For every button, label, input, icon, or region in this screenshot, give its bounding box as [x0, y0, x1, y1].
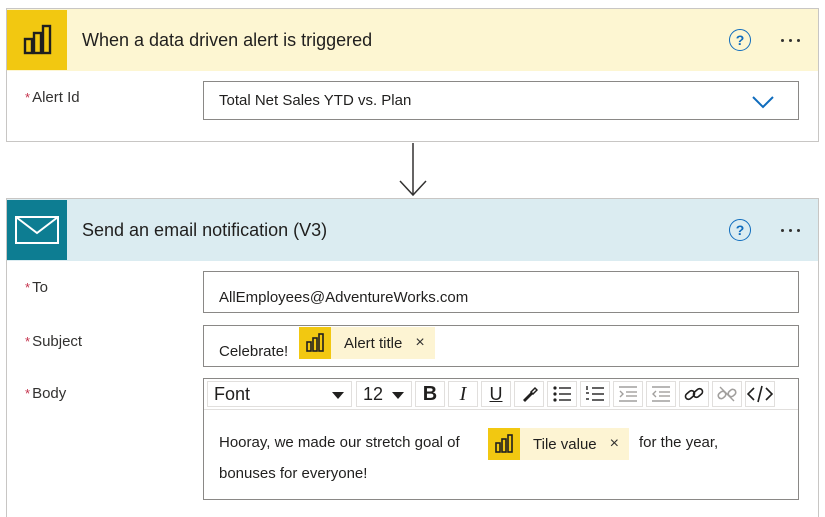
remove-token-icon[interactable]: × [610, 435, 619, 453]
power-bi-icon [488, 428, 520, 460]
alert-id-dropdown[interactable]: Total Net Sales YTD vs. Plan [203, 81, 799, 120]
bulleted-list-button[interactable] [547, 381, 577, 407]
subject-label: * Subject [25, 333, 83, 350]
body-text-after-token: for the year, [639, 434, 719, 451]
trigger-header[interactable]: When a data driven alert is triggered ? [7, 9, 818, 71]
alert-id-value: Total Net Sales YTD vs. Plan [219, 92, 412, 109]
brush-icon [523, 386, 538, 402]
to-field[interactable]: AllEmployees@AdventureWorks.com [203, 271, 799, 313]
action-card: Send an email notification (V3) ? * To Al… [6, 198, 819, 517]
alert-id-label: * Alert Id [25, 89, 80, 106]
caret-down-icon [392, 392, 404, 399]
format-toolbar: Font 12 B I U [204, 379, 798, 409]
power-bi-icon [299, 327, 331, 359]
code-view-button[interactable] [745, 381, 775, 407]
help-icon[interactable]: ? [729, 29, 751, 51]
insert-link-button[interactable] [679, 381, 709, 407]
to-label: * To [25, 279, 48, 296]
bold-button[interactable]: B [415, 381, 445, 407]
trigger-card: When a data driven alert is triggered ? … [6, 8, 819, 142]
action-header[interactable]: Send an email notification (V3) ? [7, 199, 818, 261]
power-bi-icon [7, 10, 67, 70]
token-label: Tile value [533, 435, 597, 453]
numbered-list-button[interactable] [580, 381, 610, 407]
to-value: AllEmployees@AdventureWorks.com [219, 289, 469, 306]
more-options-icon[interactable] [781, 38, 800, 42]
increase-indent-button[interactable] [646, 381, 676, 407]
italic-button[interactable]: I [448, 381, 478, 407]
decrease-indent-button[interactable] [613, 381, 643, 407]
indent-icon [619, 386, 637, 402]
action-title: Send an email notification (V3) [82, 219, 328, 240]
token-label: Alert title [344, 334, 403, 352]
required-mark: * [25, 334, 31, 349]
subject-prefix: Celebrate! [219, 343, 289, 360]
font-color-button[interactable] [514, 381, 544, 407]
remove-link-button[interactable] [712, 381, 742, 407]
body-text-line2: bonuses for everyone! [219, 465, 368, 482]
mail-icon [7, 200, 67, 260]
body-label: * Body [25, 385, 67, 402]
tile-value-token[interactable]: Tile value × [488, 428, 629, 460]
remove-token-icon[interactable]: × [415, 334, 424, 352]
underline-button[interactable]: U [481, 381, 511, 407]
subject-field[interactable]: Celebrate! Alert title × [203, 325, 799, 367]
numbered-list-icon [586, 386, 604, 401]
body-editor[interactable]: Font 12 B I U Hooray, we made our stretc… [203, 378, 799, 500]
help-icon[interactable]: ? [729, 219, 751, 241]
alert-title-token[interactable]: Alert title × [299, 327, 435, 359]
required-mark: * [25, 386, 31, 401]
font-dropdown[interactable]: Font [207, 381, 352, 407]
connector-arrow-icon [399, 143, 427, 197]
body-text-line1: Hooray, we made our stretch goal of [219, 434, 460, 451]
more-options-icon[interactable] [781, 228, 800, 232]
code-icon [747, 385, 773, 403]
bulleted-list-icon [553, 386, 571, 402]
caret-down-icon [332, 392, 344, 399]
required-mark: * [25, 280, 31, 295]
trigger-title: When a data driven alert is triggered [82, 29, 373, 50]
link-icon [684, 387, 704, 401]
font-size-dropdown[interactable]: 12 [356, 381, 412, 407]
unlink-icon [717, 386, 737, 402]
outdent-icon [652, 386, 670, 402]
chevron-down-icon[interactable] [752, 95, 774, 109]
required-mark: * [25, 90, 31, 105]
